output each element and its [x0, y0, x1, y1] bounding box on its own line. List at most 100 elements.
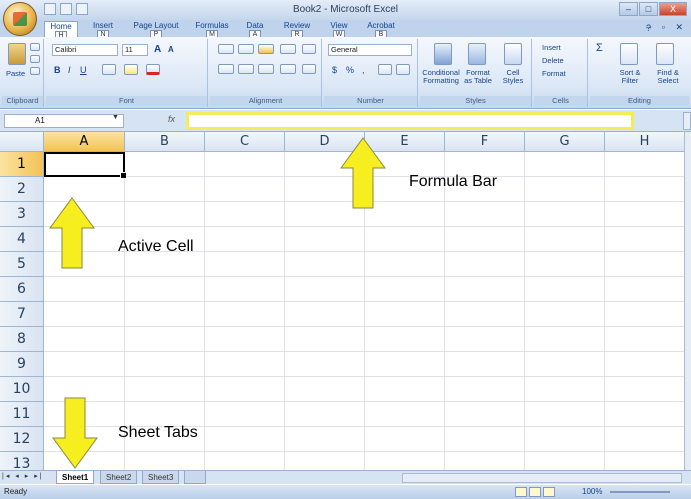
row-header-8[interactable]: 8 [0, 327, 44, 352]
find-select-button[interactable]: Find & Select [650, 69, 686, 85]
gridline-horizontal [44, 326, 684, 327]
percent-button[interactable]: % [346, 65, 354, 75]
bottom-align-icon[interactable] [258, 44, 274, 54]
paste-button[interactable]: Paste [6, 69, 25, 78]
format-as-table-button[interactable]: Format as Table [462, 69, 494, 85]
sort-filter-icon[interactable] [620, 43, 638, 65]
borders-icon[interactable] [102, 64, 116, 75]
name-box[interactable]: A1 [4, 114, 124, 128]
cell-styles-icon[interactable] [504, 43, 522, 65]
select-all-button[interactable] [0, 132, 44, 152]
office-button[interactable] [3, 2, 37, 36]
number-format-select[interactable]: General [328, 44, 412, 56]
autosum-button[interactable]: Σ [596, 42, 603, 54]
conditional-formatting-button[interactable]: Conditional Formatting [422, 69, 460, 85]
horizontal-scrollbar[interactable] [402, 473, 682, 483]
row-header-7[interactable]: 7 [0, 302, 44, 327]
sheet-tab-sheet2[interactable]: Sheet2 [100, 471, 138, 484]
status-text: Ready [4, 487, 28, 496]
increase-decimal-icon[interactable] [378, 64, 392, 75]
top-align-icon[interactable] [218, 44, 234, 54]
workbook-window-controls[interactable]: – ▫ ✕ [646, 22, 687, 33]
wrap-text-icon[interactable] [302, 44, 316, 54]
tab-page-layout[interactable]: Page Layout P [130, 21, 182, 39]
delete-cells-button[interactable]: Delete [542, 56, 564, 65]
align-right-icon[interactable] [258, 64, 274, 74]
row-header-9[interactable]: 9 [0, 352, 44, 377]
row-header-11[interactable]: 11 [0, 402, 44, 427]
copy-icon[interactable] [30, 55, 40, 63]
indent-icon[interactable] [280, 64, 296, 74]
group-label: Clipboard [2, 96, 43, 106]
conditional-formatting-icon[interactable] [434, 43, 452, 65]
normal-view-icon[interactable] [515, 487, 527, 497]
row-header-2[interactable]: 2 [0, 177, 44, 202]
font-name-select[interactable]: Calibri [52, 44, 118, 56]
cell-styles-button[interactable]: Cell Styles [500, 69, 526, 85]
active-cell-cursor[interactable] [44, 152, 127, 179]
orientation-icon[interactable] [280, 44, 296, 54]
comma-button[interactable]: , [362, 65, 365, 75]
sheet-tab-sheet3[interactable]: Sheet3 [142, 471, 180, 484]
tab-insert[interactable]: Insert N [86, 21, 120, 39]
vertical-scrollbar[interactable] [684, 132, 691, 470]
column-header-a[interactable]: A [44, 132, 125, 152]
font-color-icon[interactable] [146, 64, 160, 75]
cut-icon[interactable] [30, 43, 40, 51]
tab-data[interactable]: Data A [240, 21, 270, 39]
row-header-5[interactable]: 5 [0, 252, 44, 277]
minimize-button[interactable]: – [619, 2, 638, 16]
find-select-icon[interactable] [656, 43, 674, 65]
sort-filter-button[interactable]: Sort & Filter [612, 69, 648, 85]
sheet-navigation-arrows[interactable]: |◂ ◂ ▸ ▸| [2, 472, 44, 480]
middle-align-icon[interactable] [238, 44, 254, 54]
format-as-table-icon[interactable] [468, 43, 486, 65]
align-center-icon[interactable] [238, 64, 254, 74]
chevron-down-icon[interactable]: ▼ [112, 114, 119, 121]
column-header-c[interactable]: C [205, 132, 285, 152]
grow-font-button[interactable]: A [154, 44, 161, 55]
row-header-12[interactable]: 12 [0, 427, 44, 452]
decrease-decimal-icon[interactable] [396, 64, 410, 75]
tab-formulas[interactable]: Formulas M [192, 21, 232, 39]
paste-icon[interactable] [8, 43, 26, 65]
sheet-tab-sheet1[interactable]: Sheet1 [56, 471, 95, 484]
row-header-13[interactable]: 13 [0, 452, 44, 470]
insert-sheet-icon[interactable] [184, 471, 206, 484]
shrink-font-button[interactable]: A [168, 45, 174, 54]
row-header-3[interactable]: 3 [0, 202, 44, 227]
align-left-icon[interactable] [218, 64, 234, 74]
italic-button[interactable]: I [68, 65, 71, 75]
page-layout-view-icon[interactable] [529, 487, 541, 497]
column-header-f[interactable]: F [445, 132, 525, 152]
column-header-g[interactable]: G [525, 132, 605, 152]
formula-bar-expand-button[interactable] [683, 112, 691, 130]
close-button[interactable]: X [659, 2, 687, 16]
bold-button[interactable]: B [54, 65, 61, 75]
insert-cells-button[interactable]: Insert [542, 43, 561, 52]
gridline-horizontal [44, 376, 684, 377]
insert-function-button[interactable]: fx [168, 114, 175, 124]
page-break-view-icon[interactable] [543, 487, 555, 497]
tab-home[interactable]: Home H [44, 21, 78, 40]
maximize-button[interactable]: □ [639, 2, 658, 16]
font-size-select[interactable]: 11 [122, 44, 148, 56]
zoom-slider[interactable] [610, 491, 670, 493]
currency-button[interactable]: $ [332, 65, 337, 75]
fill-color-icon[interactable] [124, 64, 138, 75]
format-painter-icon[interactable] [30, 67, 40, 75]
column-header-h[interactable]: H [605, 132, 684, 152]
underline-button[interactable]: U [80, 65, 87, 75]
row-header-4[interactable]: 4 [0, 227, 44, 252]
zoom-level[interactable]: 100% [582, 487, 602, 496]
tab-acrobat[interactable]: Acrobat B [362, 21, 400, 39]
formula-input[interactable] [186, 112, 634, 130]
tab-view[interactable]: View W [324, 21, 354, 39]
tab-review[interactable]: Review R [280, 21, 314, 39]
column-header-b[interactable]: B [125, 132, 205, 152]
merge-center-icon[interactable] [302, 64, 316, 74]
row-header-6[interactable]: 6 [0, 277, 44, 302]
format-cells-button[interactable]: Format [542, 69, 566, 78]
row-header-1[interactable]: 1 [0, 152, 44, 177]
row-header-10[interactable]: 10 [0, 377, 44, 402]
